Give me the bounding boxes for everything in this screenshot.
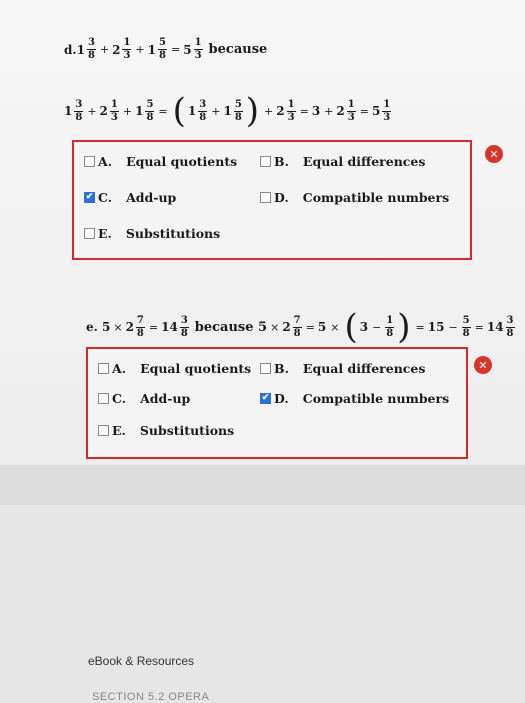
option-d-b[interactable]: B. Equal differences	[260, 154, 425, 169]
problem-e-statement: e. 5 × 2 78 = 14 38 because 5 × 2 78 = 5…	[86, 307, 515, 347]
option-d-a[interactable]: A. Equal quotients	[84, 154, 237, 169]
checkbox[interactable]	[98, 425, 109, 436]
option-e-a[interactable]: A. Equal quotients	[98, 361, 251, 376]
left-paren: (	[172, 91, 186, 131]
checkmark-icon[interactable]: ✔	[84, 192, 95, 203]
option-d-d[interactable]: D. Compatible numbers	[260, 190, 449, 205]
fraction: 13	[193, 37, 203, 61]
fraction: 38	[86, 37, 96, 61]
because-text: because 5	[194, 319, 268, 335]
option-label: Equal differences	[302, 154, 426, 169]
problem-e-label: e. 5	[86, 320, 111, 334]
problem-d-label: d.	[64, 42, 77, 57]
mixed-whole: 5	[183, 42, 192, 57]
option-e-d[interactable]: ✔ D. Compatible numbers	[260, 391, 449, 406]
checkbox[interactable]	[98, 363, 109, 374]
option-label: Compatible numbers	[302, 391, 450, 406]
divider-band	[0, 465, 525, 505]
x-icon[interactable]: ✕	[474, 356, 492, 374]
problem-d-reasoning: 1 38 + 2 13 + 1 58 = ( 1 38 + 1 58 ) + 2…	[64, 91, 392, 131]
right-paren: )	[245, 91, 260, 131]
ebook-resources-link[interactable]: eBook & Resources	[88, 654, 194, 668]
mixed-whole: 1	[76, 42, 85, 57]
checkbox[interactable]	[84, 228, 95, 239]
operator: =	[171, 43, 181, 56]
option-e-b[interactable]: B. Equal differences	[260, 361, 425, 376]
checkbox[interactable]	[260, 156, 271, 167]
option-d-e[interactable]: E. Substitutions	[84, 226, 220, 241]
x-icon[interactable]: ✕	[485, 145, 503, 163]
option-e-c[interactable]: C. Add-up	[98, 391, 190, 406]
option-label: Equal quotients	[140, 361, 252, 376]
checkbox[interactable]	[98, 393, 109, 404]
problem-d-statement: d. 1 38 + 2 13 + 1 58 = 5 13 because	[64, 38, 267, 61]
operator: +	[99, 43, 110, 56]
left-paren: (	[344, 307, 358, 347]
checkbox[interactable]	[260, 192, 271, 203]
option-label: Substitutions	[125, 226, 221, 241]
problem-d-options: A. Equal quotients B. Equal differences …	[72, 140, 472, 260]
option-e-e[interactable]: E. Substitutions	[98, 423, 234, 438]
option-label: Add-up	[126, 190, 177, 205]
right-paren: )	[397, 307, 411, 347]
checkmark-icon[interactable]: ✔	[260, 393, 271, 404]
section-heading: SECTION 5.2 OPERA	[92, 691, 210, 703]
option-label: Add-up	[140, 391, 191, 406]
worksheet-page: d. 1 38 + 2 13 + 1 58 = 5 13 because 1 3…	[0, 0, 525, 465]
mixed-whole: 2	[112, 42, 121, 57]
fraction: 13	[122, 37, 132, 61]
checkbox[interactable]	[260, 363, 271, 374]
option-d-c[interactable]: ✔ C. Add-up	[84, 190, 176, 205]
checkbox[interactable]	[84, 156, 95, 167]
option-label: Substitutions	[139, 423, 235, 438]
mixed-whole: 1	[147, 42, 157, 57]
fraction: 58	[158, 37, 167, 61]
option-label: Equal quotients	[126, 154, 238, 169]
because-text: because	[208, 42, 268, 57]
problem-e-options: A. Equal quotients B. Equal differences …	[86, 347, 468, 459]
operator: +	[135, 43, 145, 56]
option-label: Compatible numbers	[302, 190, 450, 205]
option-label: Equal differences	[302, 361, 426, 376]
